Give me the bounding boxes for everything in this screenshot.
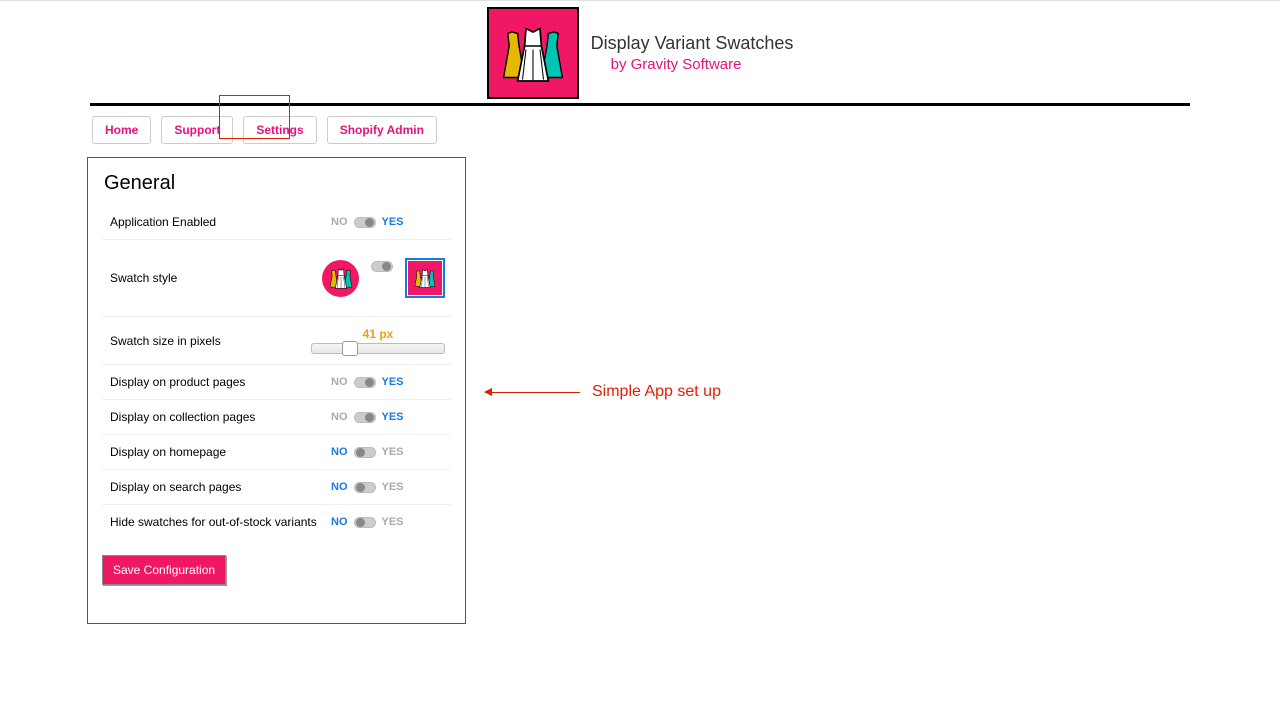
arrow-icon	[485, 392, 580, 393]
annotation-text: Simple App set up	[592, 383, 721, 401]
app-enabled-no: NO	[331, 216, 348, 228]
search-pages-no: NO	[331, 481, 348, 493]
search-pages-yes: YES	[382, 481, 404, 493]
hide-oos-no: NO	[331, 516, 348, 528]
label-swatch-style: Swatch style	[102, 271, 322, 285]
hide-oos-yes: YES	[382, 516, 404, 528]
row-homepage: Display on homepage NO YES	[102, 435, 451, 470]
slider-thumb[interactable]	[342, 341, 358, 356]
nav-settings[interactable]: Settings	[243, 116, 316, 144]
hide-oos-toggle[interactable]	[354, 517, 376, 528]
row-collection-pages: Display on collection pages NO YES	[102, 400, 451, 435]
product-pages-yes: YES	[382, 376, 404, 388]
label-product-pages: Display on product pages	[102, 375, 331, 389]
homepage-yes: YES	[382, 446, 404, 458]
settings-panel: General Application Enabled NO YES Swatc…	[87, 157, 466, 624]
homepage-no: NO	[331, 446, 348, 458]
nav-support[interactable]: Support	[161, 116, 233, 144]
nav-home[interactable]: Home	[92, 116, 151, 144]
swatch-style-square[interactable]	[405, 258, 445, 298]
save-configuration-button[interactable]: Save Configuration	[102, 555, 226, 585]
row-hide-oos: Hide swatches for out-of-stock variants …	[102, 505, 451, 539]
app-author: by Gravity Software	[591, 56, 794, 73]
label-search-pages: Display on search pages	[102, 480, 331, 494]
collection-pages-toggle[interactable]	[354, 412, 376, 423]
homepage-toggle[interactable]	[354, 447, 376, 458]
row-swatch-style: Swatch style	[102, 240, 451, 317]
swatch-size-value: 41 px	[311, 327, 445, 341]
swatch-size-slider[interactable]	[311, 343, 445, 354]
app-header: Display Variant Swatches by Gravity Soft…	[0, 1, 1280, 103]
panel-title: General	[102, 172, 451, 195]
nav-shopify-admin[interactable]: Shopify Admin	[327, 116, 437, 144]
label-homepage: Display on homepage	[102, 445, 331, 459]
app-enabled-yes: YES	[382, 216, 404, 228]
swatch-style-circle[interactable]	[322, 260, 359, 297]
row-product-pages: Display on product pages NO YES	[102, 365, 451, 400]
label-hide-oos: Hide swatches for out-of-stock variants	[102, 515, 331, 529]
annotation: Simple App set up	[485, 383, 721, 401]
row-swatch-size: Swatch size in pixels 41 px	[102, 317, 451, 365]
product-pages-no: NO	[331, 376, 348, 388]
app-title: Display Variant Swatches	[591, 33, 794, 54]
label-swatch-size: Swatch size in pixels	[102, 334, 311, 348]
collection-pages-yes: YES	[382, 411, 404, 423]
swatch-style-toggle[interactable]	[371, 261, 393, 272]
search-pages-toggle[interactable]	[354, 482, 376, 493]
app-enabled-toggle[interactable]	[354, 217, 376, 228]
collection-pages-no: NO	[331, 411, 348, 423]
label-app-enabled: Application Enabled	[102, 215, 331, 229]
row-search-pages: Display on search pages NO YES	[102, 470, 451, 505]
product-pages-toggle[interactable]	[354, 377, 376, 388]
label-collection-pages: Display on collection pages	[102, 410, 331, 424]
row-app-enabled: Application Enabled NO YES	[102, 205, 451, 240]
app-logo	[487, 7, 579, 99]
nav-tabs: Home Support Settings Shopify Admin	[0, 106, 1280, 144]
